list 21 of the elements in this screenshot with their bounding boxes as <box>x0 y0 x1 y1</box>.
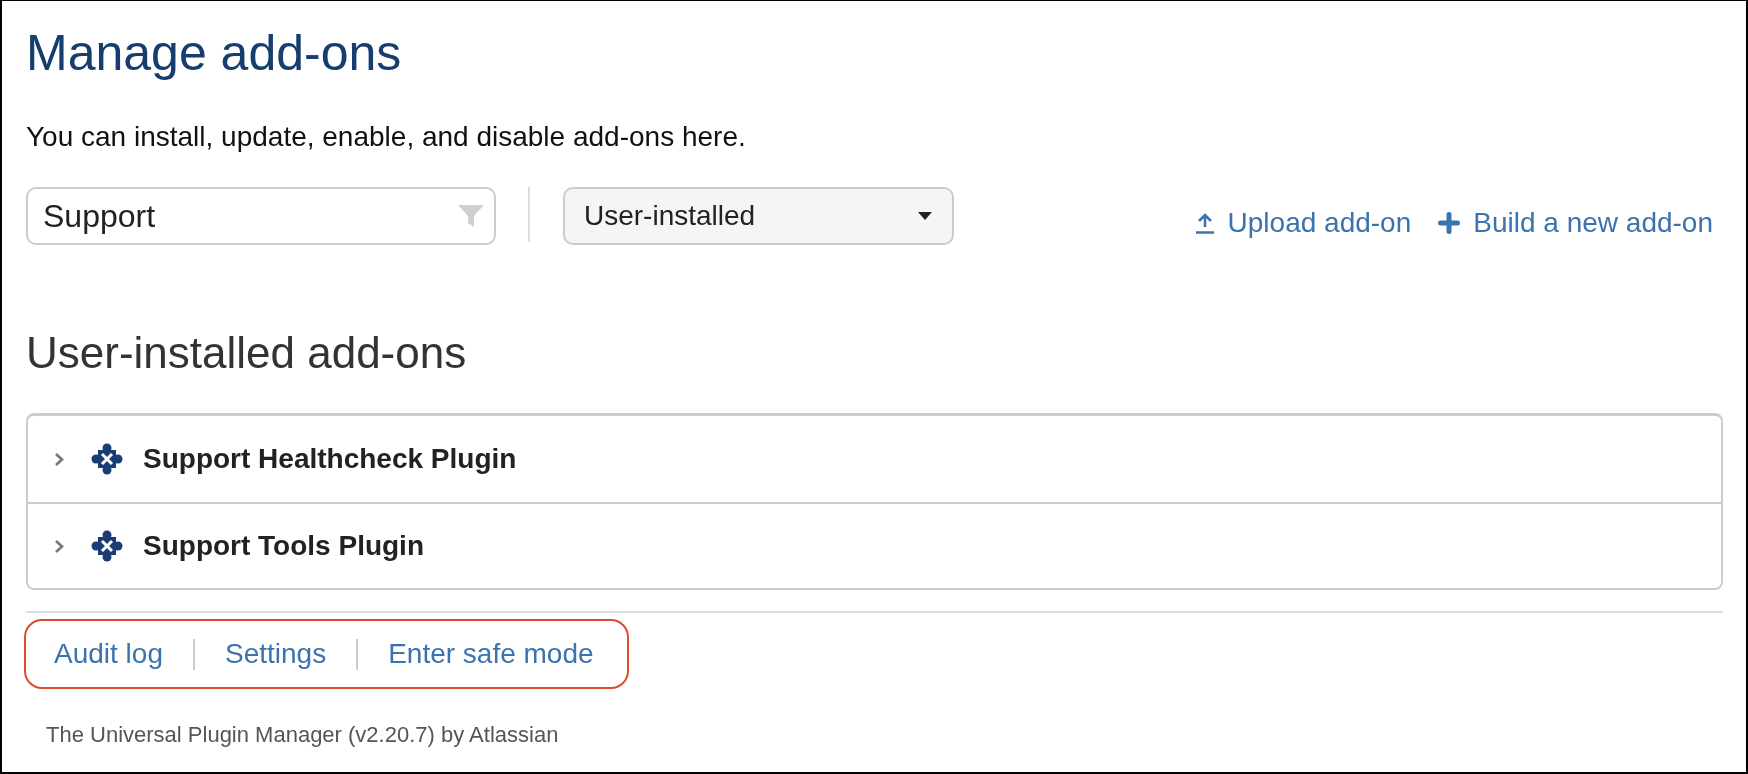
build-addon-link[interactable]: Build a new add-on <box>1438 209 1713 237</box>
plus-icon <box>1438 212 1461 234</box>
upload-link[interactable]: Upload add-on <box>1194 209 1412 237</box>
section-heading: User-installed add-ons <box>26 331 468 375</box>
page-description: You can install, update, enable, and disable add-ons here. <box>26 123 747 151</box>
addon-name[interactable]: Support Healthcheck Plugin <box>143 445 517 473</box>
footer-link[interactable]: Audit log <box>54 640 163 668</box>
footer-note: The Universal Plugin Manager (v2.20.7) by Atlassian <box>46 724 560 746</box>
puzzle-piece-icon <box>91 530 123 562</box>
addon-name[interactable]: Support Tools Plugin <box>143 532 424 560</box>
caret-down-icon <box>918 212 932 220</box>
filter-field[interactable]: Support <box>26 187 496 245</box>
footer-link[interactable]: Settings <box>224 640 327 668</box>
footer-link[interactable]: Enter safe mode <box>388 640 594 668</box>
upload-icon <box>1194 212 1215 234</box>
puzzle-piece-icon <box>91 443 123 475</box>
chevron-right-icon[interactable] <box>54 538 64 554</box>
filter-icon <box>457 204 485 228</box>
chevron-right-icon[interactable] <box>54 451 64 467</box>
scope-select[interactable]: User-installed <box>563 187 954 245</box>
page-title: Manage add-ons <box>26 28 403 78</box>
